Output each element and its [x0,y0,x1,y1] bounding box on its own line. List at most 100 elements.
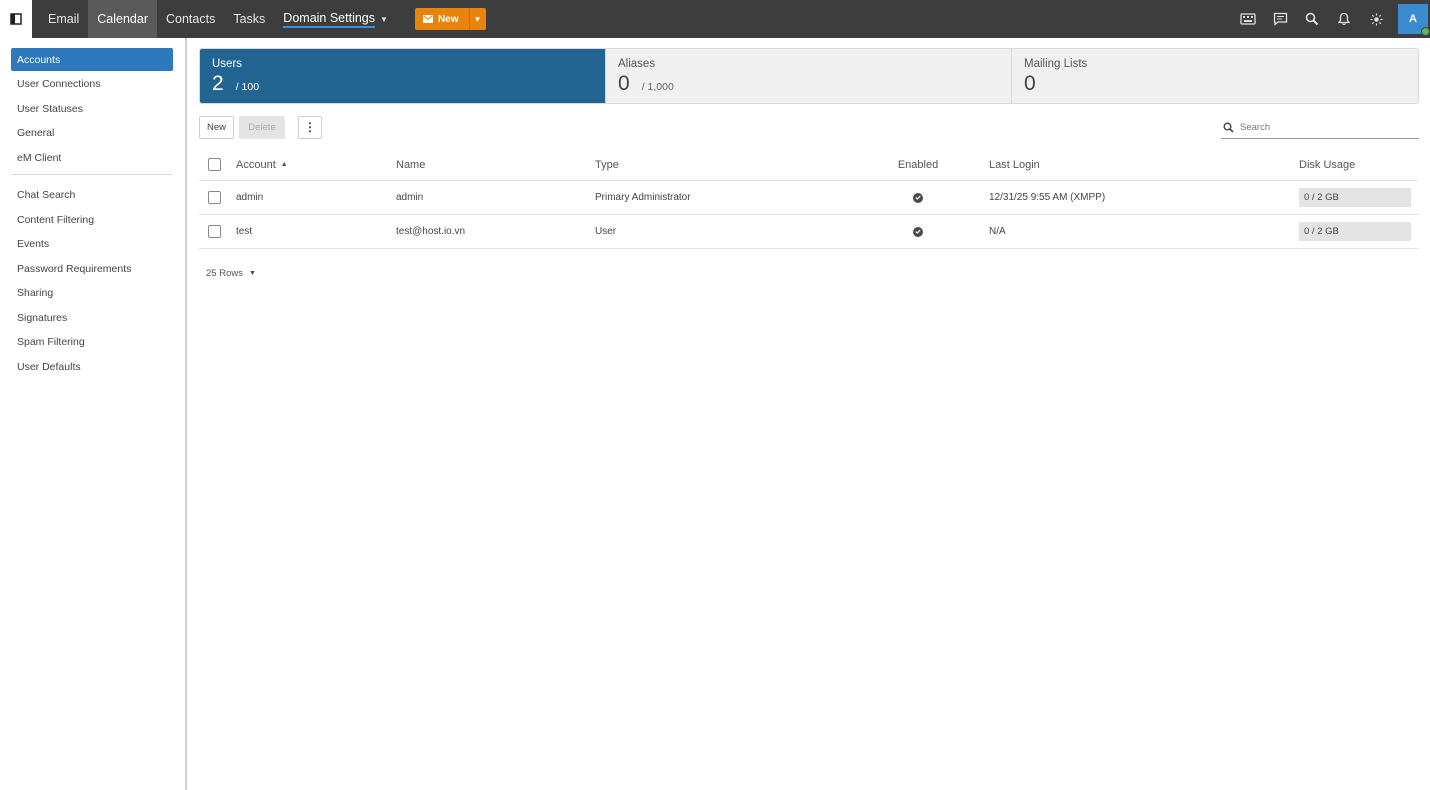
new-account-button[interactable]: New [199,115,234,139]
column-header-label: Account [236,158,276,171]
disk-usage-text: 0 / 2 GB [1304,226,1339,237]
card-limit: / 100 [235,81,260,93]
disk-usage-text: 0 / 2 GB [1304,192,1339,203]
sidebar-item-user-statuses[interactable]: User Statuses [0,97,173,122]
sidebar-item-signatures[interactable]: Signatures [0,306,173,331]
notifications-button[interactable] [1328,0,1360,38]
card-users[interactable]: Users 2 / 100 [200,49,606,103]
card-title: Aliases [618,58,656,70]
card-limit: / 1,000 [641,81,674,93]
rows-per-page-select[interactable]: 25 Rows ▼ [206,268,1419,279]
global-search-button[interactable] [1296,0,1328,38]
cell-name: test@host.io.vn [396,226,466,237]
sidebar-item-label: General [17,127,55,140]
nav-email[interactable]: Email [32,0,88,38]
column-header-account[interactable]: Account ▲ [236,149,288,180]
sidebar-item-label: Sharing [17,287,54,300]
sidebar-divider [11,174,172,175]
card-title: Users [212,58,243,70]
grid-toolbar: New Delete ⋮ [199,115,1419,139]
row-select-cell [208,181,221,214]
table-row[interactable]: admin admin Primary Administrator 12/31/… [199,181,1419,215]
sidebar-item-label: Events [17,238,50,251]
card-mailing-lists[interactable]: Mailing Lists 0 [1012,49,1418,103]
nav-domain-settings-label: Domain Settings [283,11,376,28]
column-header-disk-usage[interactable]: Disk Usage [1299,149,1355,180]
sidebar-item-spam-filtering[interactable]: Spam Filtering [0,330,173,355]
card-count: 0 [1024,72,1036,95]
top-right-tools: A [1232,0,1430,38]
nav-tasks-label: Tasks [233,12,266,26]
nav-calendar[interactable]: Calendar [88,0,157,38]
theme-toggle-button[interactable] [1360,0,1392,38]
row-checkbox[interactable] [208,225,221,238]
sidebar-item-content-filtering[interactable]: Content Filtering [0,208,173,233]
cell-last-login: N/A [989,226,1006,237]
user-avatar[interactable]: A [1398,4,1430,36]
column-header-label: Name [396,158,426,171]
sidebar-item-label: Password Requirements [17,262,132,275]
chevron-down-icon: ▼ [380,14,388,24]
new-item-button-group: New ▼ [414,8,486,30]
more-actions-button[interactable]: ⋮ [298,115,322,139]
nav-domain-settings[interactable]: Domain Settings ▼ [274,0,397,38]
nav-contacts[interactable]: Contacts [157,0,224,38]
new-item-label: New [437,13,459,25]
table-row[interactable]: test test@host.io.vn User N/A 0 / 2 GB [199,215,1419,249]
new-item-dropdown-button[interactable]: ▼ [468,8,486,30]
sidebar-item-label: eM Client [17,151,62,164]
sidebar-item-accounts[interactable]: Accounts [11,48,173,71]
enabled-check-icon [913,226,923,237]
cell-disk-usage: 0 / 2 GB [1299,215,1411,248]
cell-type: Primary Administrator [595,192,691,203]
column-header-last-login[interactable]: Last Login [989,149,1040,180]
keyboard-shortcuts-button[interactable] [1232,0,1264,38]
sidebar-item-chat-search[interactable]: Chat Search [0,183,173,208]
sidebar-item-password-requirements[interactable]: Password Requirements [0,257,173,282]
sidebar-item-user-connections[interactable]: User Connections [0,72,173,97]
sidebar-item-events[interactable]: Events [0,232,173,257]
sidebar-item-label: User Defaults [17,360,81,373]
avatar-initial: A [1409,13,1417,25]
column-header-name[interactable]: Name [396,149,425,180]
sidebar-item-label: Chat Search [17,189,76,202]
main-content: Users 2 / 100 Aliases 0 / 1,000 Mailing … [199,48,1419,279]
search-input[interactable] [1240,122,1400,133]
top-navigation-bar: Email Calendar Contacts Tasks Domain Set… [0,0,1430,38]
row-checkbox[interactable] [208,191,221,204]
card-aliases[interactable]: Aliases 0 / 1,000 [606,49,1012,103]
delete-button[interactable]: Delete [239,115,285,139]
sidebar-item-em-client[interactable]: eM Client [0,146,173,171]
accounts-table: Account ▲ Name Type Enabled Last Login D… [199,149,1419,249]
nav-tasks[interactable]: Tasks [224,0,274,38]
card-value: 2 / 100 [212,72,593,96]
row-select-cell [208,215,221,248]
sidebar-item-label: Spam Filtering [17,336,85,349]
nav-email-label: Email [48,12,80,26]
mail-icon [422,15,433,23]
disk-usage-bar: 0 / 2 GB [1299,222,1411,241]
search-box [1221,117,1419,139]
chevron-down-icon: ▼ [473,14,482,24]
card-title: Mailing Lists [1024,58,1088,70]
new-item-button[interactable]: New [414,8,469,30]
sidebar-item-user-defaults[interactable]: User Defaults [0,355,173,380]
sidebar-item-general[interactable]: General [0,121,173,146]
cell-disk-usage: 0 / 2 GB [1299,181,1411,214]
cell-enabled [889,181,947,214]
column-header-enabled[interactable]: Enabled [889,149,947,180]
column-header-type[interactable]: Type [595,149,619,180]
sidebar-toggle-button[interactable] [0,0,32,38]
disk-usage-bar: 0 / 2 GB [1299,188,1411,207]
bell-icon [1338,12,1350,26]
cell-account: admin [236,192,264,203]
chat-button[interactable] [1264,0,1296,38]
sidebar-item-sharing[interactable]: Sharing [0,281,173,306]
theme-icon [1370,13,1382,25]
card-value: 0 / 1,000 [618,72,999,96]
select-all-checkbox[interactable] [208,158,221,171]
search-icon [1223,122,1234,133]
table-header-row: Account ▲ Name Type Enabled Last Login D… [199,149,1419,181]
cell-name: admin [396,192,424,203]
sidebar-item-label: User Connections [17,78,101,91]
